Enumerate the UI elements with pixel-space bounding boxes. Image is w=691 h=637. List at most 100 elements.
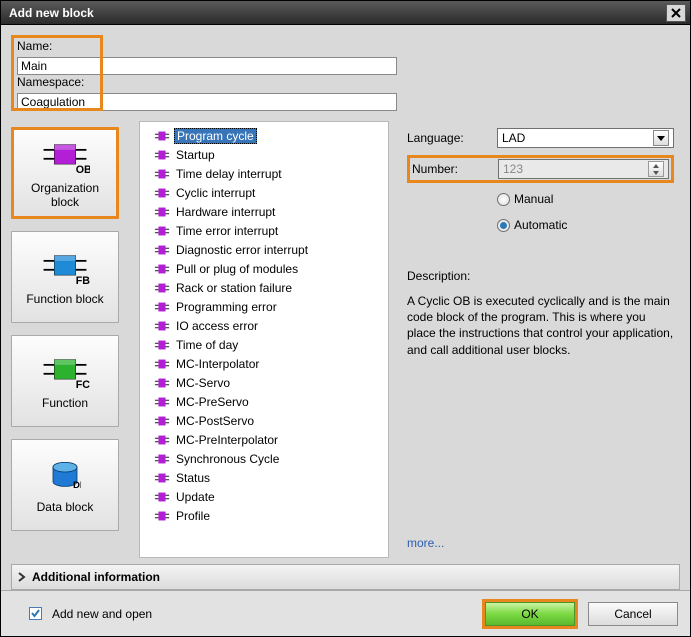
ob-mini-icon <box>154 149 170 161</box>
ob-list-item-label: Pull or plug of modules <box>174 262 300 276</box>
ob-list-item[interactable]: MC-Servo <box>140 373 388 392</box>
number-row-highlight: Number: 123 <box>407 155 674 183</box>
language-row: Language: LAD <box>407 127 674 149</box>
ob-list-item-label: Diagnostic error interrupt <box>174 243 310 257</box>
automatic-radio-row[interactable]: Automatic <box>497 215 674 235</box>
fb-icon: FB <box>40 248 90 288</box>
manual-radio[interactable] <box>497 193 510 206</box>
number-label: Number: <box>412 162 498 176</box>
ob-list-item-label: Startup <box>174 148 217 162</box>
ob-list-item[interactable]: Program cycle <box>140 126 388 145</box>
ob-mini-icon <box>154 225 170 237</box>
ob-list-item[interactable]: Diagnostic error interrupt <box>140 240 388 259</box>
additional-information-label: Additional information <box>32 570 160 584</box>
main-area: OB Organization block FB Function block … <box>11 121 680 558</box>
ob-list-item-label: Programming error <box>174 300 279 314</box>
block-type-ob[interactable]: OB Organization block <box>11 127 119 219</box>
number-input[interactable]: 123 <box>498 159 669 179</box>
spinner-down-icon[interactable] <box>649 169 663 176</box>
svg-text:FB: FB <box>76 275 90 287</box>
block-type-fb[interactable]: FB Function block <box>11 231 119 323</box>
number-value: 123 <box>503 162 523 176</box>
block-type-fc[interactable]: FC Function <box>11 335 119 427</box>
block-type-label: Function <box>42 396 88 410</box>
name-input[interactable] <box>17 57 397 75</box>
ob-mini-icon <box>154 472 170 484</box>
ob-icon: OB <box>40 137 90 177</box>
ob-list-item[interactable]: MC-PreServo <box>140 392 388 411</box>
ob-list-item-label: Hardware interrupt <box>174 205 277 219</box>
ob-list-item-label: Rack or station failure <box>174 281 294 295</box>
ob-list-item-label: Update <box>174 490 217 504</box>
block-type-label: Organization block <box>18 181 112 210</box>
ob-list-item[interactable]: MC-PostServo <box>140 411 388 430</box>
language-value: LAD <box>502 131 525 145</box>
ob-mini-icon <box>154 301 170 313</box>
chevron-right-icon <box>12 572 32 582</box>
close-button[interactable] <box>666 4 686 22</box>
ob-list-item[interactable]: Startup <box>140 145 388 164</box>
block-type-column: OB Organization block FB Function block … <box>11 121 131 558</box>
ob-mini-icon <box>154 396 170 408</box>
namespace-input[interactable] <box>17 93 397 111</box>
properties-panel: Language: LAD Number: 123 <box>397 121 680 558</box>
ob-list-item[interactable]: Synchronous Cycle <box>140 449 388 468</box>
manual-label: Manual <box>514 192 553 206</box>
ob-list-item[interactable]: Pull or plug of modules <box>140 259 388 278</box>
svg-text:OB: OB <box>76 164 90 176</box>
description-label: Description: <box>407 269 674 283</box>
ob-list-item[interactable]: Hardware interrupt <box>140 202 388 221</box>
ob-list-item[interactable]: Time error interrupt <box>140 221 388 240</box>
ob-mini-icon <box>154 377 170 389</box>
more-link[interactable]: more... <box>407 536 674 550</box>
ob-list-item-label: Profile <box>174 509 212 523</box>
dialog-footer: Add new and open OK Cancel <box>1 590 690 636</box>
automatic-radio[interactable] <box>497 219 510 232</box>
ob-list-item[interactable]: MC-Interpolator <box>140 354 388 373</box>
ob-type-list[interactable]: Program cycle Startup Time delay interru… <box>139 121 389 558</box>
cancel-button[interactable]: Cancel <box>588 602 678 626</box>
ob-mini-icon <box>154 491 170 503</box>
additional-information-expander[interactable]: Additional information <box>11 564 680 590</box>
ob-mini-icon <box>154 453 170 465</box>
ob-list-item[interactable]: Time delay interrupt <box>140 164 388 183</box>
ob-mini-icon <box>154 434 170 446</box>
block-type-label: Data block <box>37 500 94 514</box>
ob-list-item[interactable]: Rack or station failure <box>140 278 388 297</box>
svg-text:DB: DB <box>73 480 81 491</box>
ob-list-item[interactable]: Profile <box>140 506 388 525</box>
ob-list-item[interactable]: Update <box>140 487 388 506</box>
ob-list-item[interactable]: IO access error <box>140 316 388 335</box>
manual-radio-row[interactable]: Manual <box>497 189 674 209</box>
ob-mini-icon <box>154 187 170 199</box>
ob-list-item[interactable]: Programming error <box>140 297 388 316</box>
ob-mini-icon <box>154 130 170 142</box>
ob-list-item[interactable]: Status <box>140 468 388 487</box>
ob-list-item[interactable]: Time of day <box>140 335 388 354</box>
ob-list-item-label: MC-Servo <box>174 376 232 390</box>
add-new-block-dialog: Add new block Name: Namespace: OB Organi… <box>0 0 691 637</box>
language-label: Language: <box>407 131 497 145</box>
ob-mini-icon <box>154 263 170 275</box>
ob-mini-icon <box>154 320 170 332</box>
add-open-label: Add new and open <box>52 607 152 621</box>
namespace-label: Namespace: <box>17 75 84 89</box>
automatic-label: Automatic <box>514 218 567 232</box>
block-type-db[interactable]: DB Data block <box>11 439 119 531</box>
ob-mini-icon <box>154 339 170 351</box>
ob-mini-icon <box>154 510 170 522</box>
ob-list-item[interactable]: MC-PreInterpolator <box>140 430 388 449</box>
ob-mini-icon <box>154 358 170 370</box>
language-select[interactable]: LAD <box>497 128 674 148</box>
number-spinner[interactable] <box>648 161 664 177</box>
ob-list-item-label: Program cycle <box>174 128 257 144</box>
ob-mini-icon <box>154 415 170 427</box>
ob-list-item-label: Time error interrupt <box>174 224 280 238</box>
add-open-checkbox[interactable] <box>29 607 42 620</box>
spinner-up-icon[interactable] <box>649 162 663 169</box>
titlebar: Add new block <box>1 1 690 25</box>
ok-button[interactable]: OK <box>485 602 575 626</box>
ob-list-item[interactable]: Cyclic interrupt <box>140 183 388 202</box>
ob-mini-icon <box>154 282 170 294</box>
dialog-body: Name: Namespace: OB Organization block F… <box>1 25 690 590</box>
